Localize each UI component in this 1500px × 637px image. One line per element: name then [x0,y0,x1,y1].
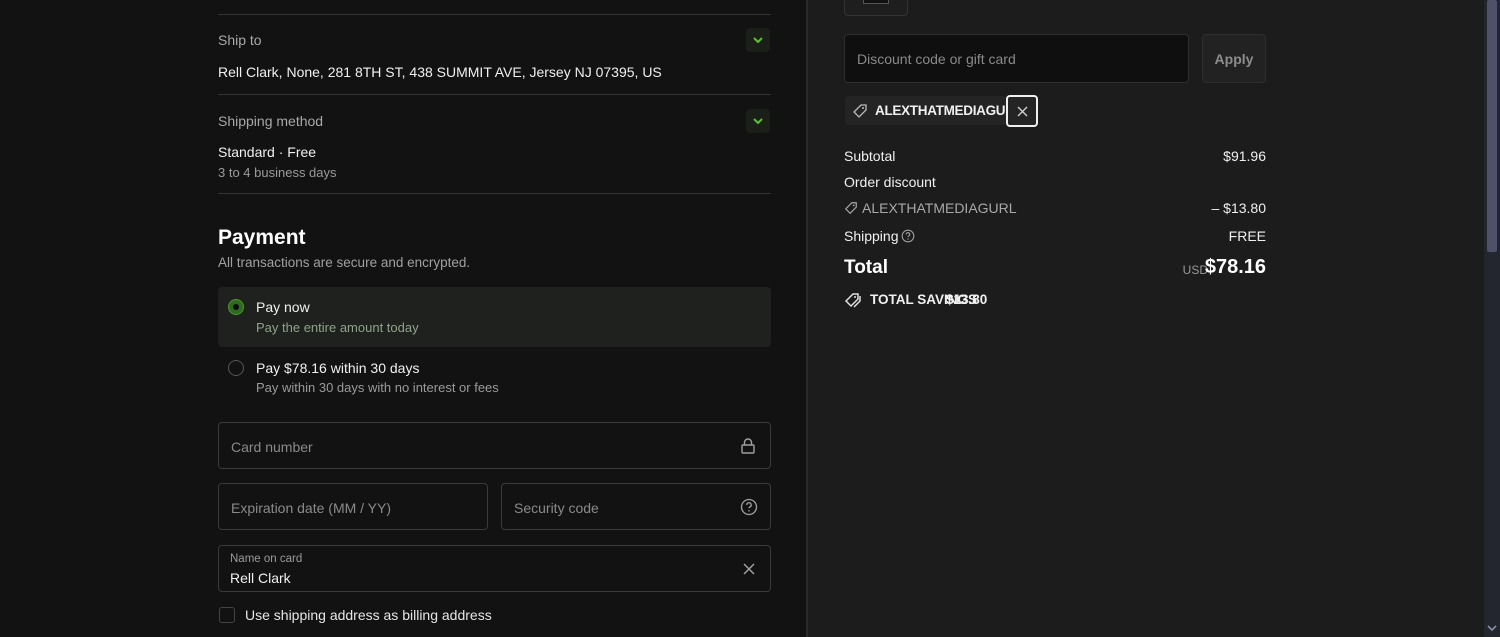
ship-to-label: Ship to [218,32,262,48]
pay-later-subtitle: Pay within 30 days with no interest or f… [256,380,499,395]
pay-now-title: Pay now [256,299,310,315]
divider [218,94,771,95]
card-number-placeholder: Card number [231,439,313,455]
billing-address-checkbox-label[interactable]: Use shipping address as billing address [245,607,492,623]
shipping-method-value: Standard · Free [218,144,317,160]
divider [218,14,771,15]
pay-later-title[interactable]: Pay $78.16 within 30 days [256,360,419,376]
payment-subtitle: All transactions are secure and encrypte… [218,255,471,270]
shipping-method-duration: 3 to 4 business days [218,165,337,180]
divider [218,193,771,194]
pay-now-radio[interactable] [228,299,244,315]
shipping-value: FREE [1228,228,1266,244]
chevron-down-icon [753,118,763,125]
name-on-card-value: Rell Clark [230,570,291,586]
savings-tag-icon [844,293,861,308]
product-thumbnail [844,0,908,16]
security-code-placeholder: Security code [514,500,599,516]
clear-icon[interactable] [742,562,756,576]
discount-code-line: ALEXTHATMEDIAGURL [862,200,1017,216]
pay-now-subtitle: Pay the entire amount today [256,320,419,335]
shipping-method-label: Shipping method [218,113,324,129]
remove-discount-button[interactable] [1006,95,1038,127]
tag-icon [844,202,857,215]
lock-icon [741,438,755,454]
tag-icon [853,104,867,118]
scroll-down-arrow-icon[interactable] [1486,622,1498,634]
name-on-card-label: Name on card [230,553,303,565]
pay-later-radio[interactable] [228,360,244,376]
total-label: Total [844,257,888,278]
expiration-placeholder: Expiration date (MM / YY) [231,500,392,516]
scrollbar-thumb[interactable] [1487,0,1497,252]
ship-to-expand-button[interactable] [746,28,770,52]
subtotal-value: $91.96 [1223,148,1266,164]
order-discount-label: Order discount [844,174,936,190]
help-circle-icon[interactable] [901,229,915,243]
billing-address-checkbox[interactable] [219,607,235,623]
shipping-label: Shipping [844,228,899,244]
total-value: $78.16 [1204,256,1266,278]
total-savings-value: $13.80 [946,292,988,307]
card-number-input[interactable]: Card number [218,422,771,469]
expiration-date-input[interactable]: Expiration date (MM / YY) [218,483,488,530]
shipping-method-expand-button[interactable] [746,109,770,133]
discount-code-placeholder: Discount code or gift card [857,51,1016,67]
applied-discount-code: ALEXTHATMEDIAGURL [875,103,1005,118]
apply-discount-button[interactable]: Apply [1202,34,1266,83]
payment-title: Payment [218,226,306,249]
discount-code-input[interactable]: Discount code or gift card [844,34,1189,83]
help-circle-icon[interactable] [740,498,758,516]
close-icon [1017,106,1027,116]
ship-to-address: Rell Clark, None, 281 8TH ST, 438 SUMMIT… [218,64,662,80]
security-code-input[interactable]: Security code [501,483,771,530]
discount-value: – $13.80 [1211,200,1267,216]
name-on-card-input[interactable]: Name on card Rell Clark [218,545,771,592]
chevron-down-icon [753,37,763,44]
subtotal-label: Subtotal [844,148,896,164]
payment-option-pay-now[interactable] [218,287,771,347]
